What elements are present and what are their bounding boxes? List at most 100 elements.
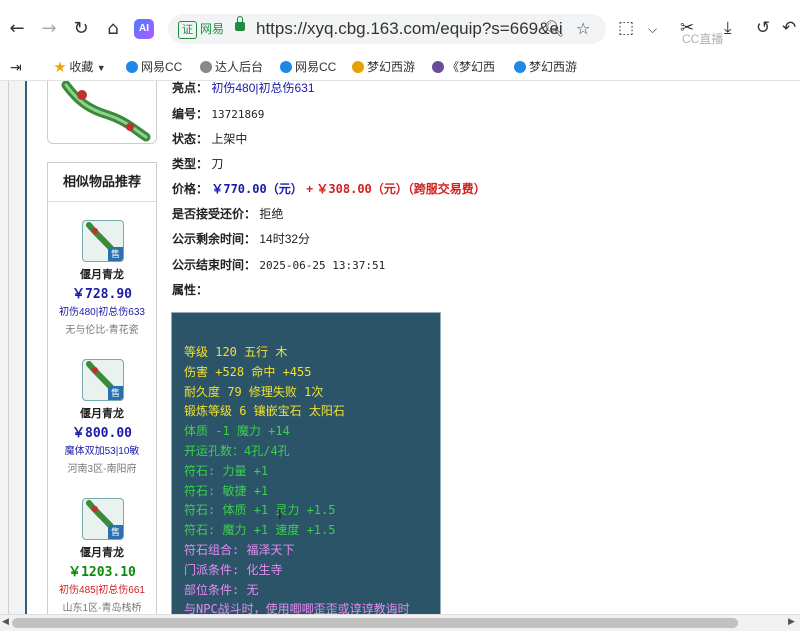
address-bar[interactable]: 证 网易 https://xyq.cbg.163.com/equip?s=669… (168, 14, 606, 44)
text-cursor-icon: I (278, 506, 282, 522)
similar-item-attr: 初伤480|初总伤633 (59, 307, 145, 318)
zoom-search-icon[interactable]: 🔍︎ (544, 19, 564, 38)
undo-icon[interactable]: ↶ (782, 18, 796, 38)
site-favicon-icon (432, 61, 444, 73)
type-row: 类型： 刀 (172, 155, 223, 172)
bookmarks-bar: ⇥ ★ 收藏 ▼ 网易CC 达人后台 网易CC 梦幻西游 《梦幻西 梦幻西游 (0, 54, 800, 81)
stream-watermark: CC直播 (682, 32, 724, 46)
end-time-label: 公示结束时间： (172, 258, 257, 272)
bookmark-label: 收藏 (69, 60, 94, 74)
page-content: 相似物品推荐 售 偃月青龙 ￥728.90 初伤480|初总伤633 无与伦比-… (0, 81, 800, 614)
back-icon[interactable]: ← (6, 18, 28, 40)
bookmark-item[interactable]: 网易CC (126, 58, 182, 76)
ai-assistant-icon[interactable]: AI (134, 19, 154, 39)
scroll-right-icon[interactable]: ▶ (788, 617, 795, 627)
highlight-row: 亮点： 初伤480|初总伤631 (172, 81, 315, 96)
attr-line: 开运孔数：4孔/4孔 (184, 444, 290, 458)
forward-icon[interactable]: → (38, 18, 60, 40)
site-favicon-icon (200, 61, 212, 73)
similar-item-attr: 魔体双加53|10敏 (64, 446, 140, 457)
chevron-down-icon[interactable]: ⌵ (648, 22, 657, 37)
similar-item-name: 偃月青龙 (80, 547, 124, 559)
certificate-badge[interactable]: 证 (178, 21, 197, 39)
type-value: 刀 (211, 157, 224, 171)
similar-item-price: ￥728.90 (72, 287, 132, 302)
reload-icon[interactable]: ↻ (70, 18, 92, 40)
download-icon[interactable]: ⤓ (724, 18, 732, 38)
url-text[interactable]: https://xyq.cbg.163.com/equip?s=669&ei (256, 19, 563, 39)
bookmark-label: 《梦幻西 (447, 60, 496, 74)
attr-line: 体质 -1 魔力 +14 (184, 424, 290, 438)
bookmark-label: 网易CC (295, 60, 337, 74)
attr-line: 符石: 体质 +1 灵力 +1.5 (184, 503, 336, 517)
horizontal-scrollbar[interactable]: ◀ ▶ (0, 614, 800, 631)
attributes-panel: 等级 120 五行 木 伤害 +528 命中 +455 耐久度 79 修理失败 … (171, 312, 441, 614)
end-time-value: 2025-06-25 13:37:51 (259, 259, 386, 272)
weapon-image-icon (61, 81, 151, 142)
similar-items-panel: 相似物品推荐 售 偃月青龙 ￥728.90 初伤480|初总伤633 无与伦比-… (47, 162, 157, 614)
attr-line: 锻炼等级 6 镶嵌宝石 太阳石 (184, 404, 345, 418)
item-thumbnail[interactable]: 售 (82, 359, 124, 401)
bookmark-item[interactable]: 达人后台 (200, 58, 263, 76)
browser-toolbar: ← → ↻ ⌂ AI 证 网易 https://xyq.cbg.163.com/… (0, 0, 800, 54)
site-favicon-icon (280, 61, 292, 73)
similar-items-title: 相似物品推荐 (48, 163, 156, 202)
bookmark-favorites[interactable]: ★ 收藏 ▼ (54, 58, 106, 76)
similar-item-price: ￥800.00 (72, 426, 132, 441)
id-value: 13721869 (211, 108, 265, 121)
lock-icon[interactable] (235, 16, 245, 31)
price-row: 价格： ￥770.00（元） + ￥308.00（元）（跨服交易费） (172, 180, 486, 197)
remaining-time-row: 公示剩余时间： 14时32分 (172, 230, 310, 247)
attr-line: 符石: 敏捷 +1 (184, 484, 269, 498)
bookmark-item[interactable]: 梦幻西游 (352, 58, 415, 76)
sale-badge: 售 (108, 247, 123, 261)
price-plus: + (306, 182, 314, 196)
sale-badge: 售 (108, 386, 123, 400)
site-favicon-icon (126, 61, 138, 73)
sidebar-toggle-icon[interactable]: ⇥ (10, 58, 22, 76)
scrollbar-thumb[interactable] (12, 618, 738, 628)
status-row: 状态： 上架中 (172, 130, 247, 147)
attr-line: 符石: 魔力 +1 速度 +1.5 (184, 523, 336, 537)
attr-line: 部位条件: 无 (184, 583, 259, 597)
scroll-left-icon[interactable]: ◀ (2, 617, 9, 627)
similar-item-name: 偃月青龙 (80, 269, 124, 281)
item-image (47, 81, 157, 144)
history-icon[interactable]: ↺ (756, 18, 770, 38)
status-label: 状态： (172, 132, 209, 146)
price-label: 价格： (172, 182, 209, 196)
certificate-name: 网易 (200, 22, 225, 36)
bookmark-item[interactable]: 网易CC (280, 58, 336, 76)
extensions-icon[interactable]: ⬚ (618, 18, 634, 38)
attr-line: 耐久度 79 修理失败 1次 (184, 385, 324, 399)
item-thumbnail[interactable]: 售 (82, 220, 124, 262)
bookmark-item[interactable]: 梦幻西游 (514, 58, 577, 76)
bookmark-item[interactable]: 《梦幻西 (432, 58, 495, 76)
item-thumbnail[interactable]: 售 (82, 498, 124, 540)
attr-line: 门派条件: 化生寺 (184, 563, 283, 577)
attr-line: 与NPC战斗时，使用唧唧歪歪或谆谆教诲时 (184, 602, 410, 614)
sale-badge: 售 (108, 525, 123, 539)
caret-down-icon: ▼ (96, 63, 106, 73)
bargain-value: 拒绝 (259, 207, 284, 221)
status-value: 上架中 (211, 132, 248, 146)
bookmark-label: 梦幻西游 (367, 60, 416, 74)
price-value: ￥770.00（元） (211, 182, 303, 196)
remaining-time-label: 公示剩余时间： (172, 232, 257, 246)
type-label: 类型： (172, 157, 209, 171)
similar-item-server: 河南3区-南阳府 (67, 464, 137, 475)
similar-item-price: ￥1203.10 (68, 565, 136, 580)
site-favicon-icon (514, 61, 526, 73)
highlight-label: 亮点： (172, 81, 209, 95)
highlight-value: 初伤480|初总伤631 (211, 81, 315, 95)
id-row: 编号： 13721869 (172, 105, 264, 122)
star-icon[interactable]: ☆ (576, 19, 590, 38)
attributes-label: 属性： (172, 283, 209, 297)
home-icon[interactable]: ⌂ (102, 18, 124, 40)
similar-item-name: 偃月青龙 (80, 408, 124, 420)
attr-line: 符石: 力量 +1 (184, 464, 269, 478)
attr-line: 等级 120 五行 木 (184, 345, 288, 359)
bargain-label: 是否接受还价： (172, 207, 257, 221)
site-favicon-icon (352, 61, 364, 73)
attributes-row: 属性： (172, 281, 208, 298)
